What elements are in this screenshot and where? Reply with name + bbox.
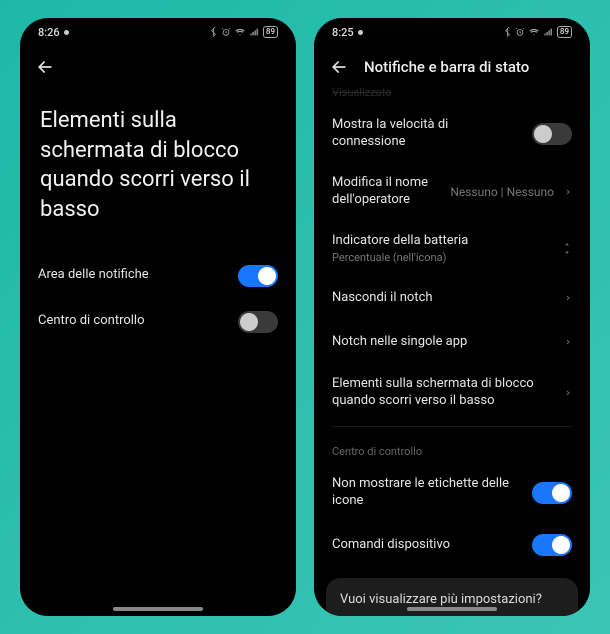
row-label: Nascondi il notch	[332, 290, 554, 307]
row-label: Area delle notifiche	[38, 267, 228, 284]
row-label: Non mostrare le etichette delle icone	[332, 476, 522, 510]
row-carrier-name[interactable]: Modifica il nome dell'operatore Nessuno …	[314, 163, 590, 221]
meta-icon	[358, 30, 363, 35]
chevron-right-icon	[564, 387, 572, 399]
back-button[interactable]	[34, 56, 56, 78]
wifi-icon	[528, 27, 540, 37]
updown-icon	[562, 242, 572, 255]
row-label: Elementi sulla schermata di blocco quand…	[332, 376, 554, 410]
row-device-controls[interactable]: Comandi dispositivo	[314, 522, 590, 568]
row-connection-speed[interactable]: Mostra la velocità di connessione	[314, 105, 590, 163]
status-bar: 8:25 89	[314, 18, 590, 46]
row-hide-icon-labels[interactable]: Non mostrare le etichette delle icone	[314, 464, 590, 522]
row-lockscreen-elements[interactable]: Elementi sulla schermata di blocco quand…	[314, 364, 590, 422]
status-icons: 89	[209, 26, 278, 38]
row-label: Comandi dispositivo	[332, 537, 522, 554]
toggle-connection-speed[interactable]	[532, 123, 572, 145]
chevron-right-icon	[564, 186, 572, 198]
bluetooth-off-icon	[503, 27, 512, 38]
cutoff-row: Visualizzato	[314, 86, 590, 105]
alarm-icon	[221, 27, 231, 37]
row-label: Mostra la velocità di connessione	[332, 117, 522, 151]
home-indicator[interactable]	[407, 607, 497, 611]
signal-icon	[249, 27, 260, 37]
section-control-center: Centro di controllo	[314, 431, 590, 464]
alarm-icon	[515, 27, 525, 37]
row-label: Notch nelle singole app	[332, 334, 554, 351]
row-sublabel: Percentuale (nell'icona)	[332, 251, 552, 264]
row-hide-notch[interactable]: Nascondi il notch	[314, 276, 590, 320]
row-control-center[interactable]: Centro di controllo	[20, 299, 296, 345]
toggle-hide-icon-labels[interactable]	[532, 482, 572, 504]
back-button[interactable]	[328, 56, 350, 78]
card-question: Vuoi visualizzare più impostazioni?	[340, 592, 564, 607]
row-label: Centro di controllo	[38, 313, 228, 330]
battery-icon: 89	[263, 26, 278, 38]
back-arrow-icon	[35, 57, 55, 77]
wifi-icon	[234, 27, 246, 37]
toggle-device-controls[interactable]	[532, 534, 572, 556]
page-title: Elementi sulla schermata di blocco quand…	[20, 86, 296, 253]
phone-left: 8:26 89 Elementi sulla schermata di bloc…	[20, 18, 296, 616]
header	[20, 46, 296, 86]
divider	[332, 426, 572, 427]
row-notch-apps[interactable]: Notch nelle singole app	[314, 320, 590, 364]
status-time: 8:25	[332, 26, 354, 39]
row-label: Indicatore della batteria	[332, 233, 552, 250]
signal-icon	[543, 27, 554, 37]
row-notification-area[interactable]: Area delle notifiche	[20, 253, 296, 299]
chevron-right-icon	[564, 336, 572, 348]
chevron-right-icon	[564, 292, 572, 304]
bluetooth-off-icon	[209, 27, 218, 38]
status-icons: 89	[503, 26, 572, 38]
status-bar: 8:26 89	[20, 18, 296, 46]
page-title: Notifiche e barra di stato	[364, 58, 529, 76]
row-battery-indicator[interactable]: Indicatore della batteria Percentuale (n…	[314, 221, 590, 277]
row-label: Modifica il nome dell'operatore	[332, 175, 440, 209]
toggle-notification-area[interactable]	[238, 265, 278, 287]
row-value: Nessuno | Nessuno	[450, 185, 554, 199]
back-arrow-icon	[329, 57, 349, 77]
battery-icon: 89	[557, 26, 572, 38]
phone-right: 8:25 89 Notifiche e barra di stato Visua…	[314, 18, 590, 616]
toggle-control-center[interactable]	[238, 311, 278, 333]
header: Notifiche e barra di stato	[314, 46, 590, 86]
meta-icon	[64, 30, 69, 35]
status-time: 8:26	[38, 26, 60, 39]
home-indicator[interactable]	[113, 607, 203, 611]
